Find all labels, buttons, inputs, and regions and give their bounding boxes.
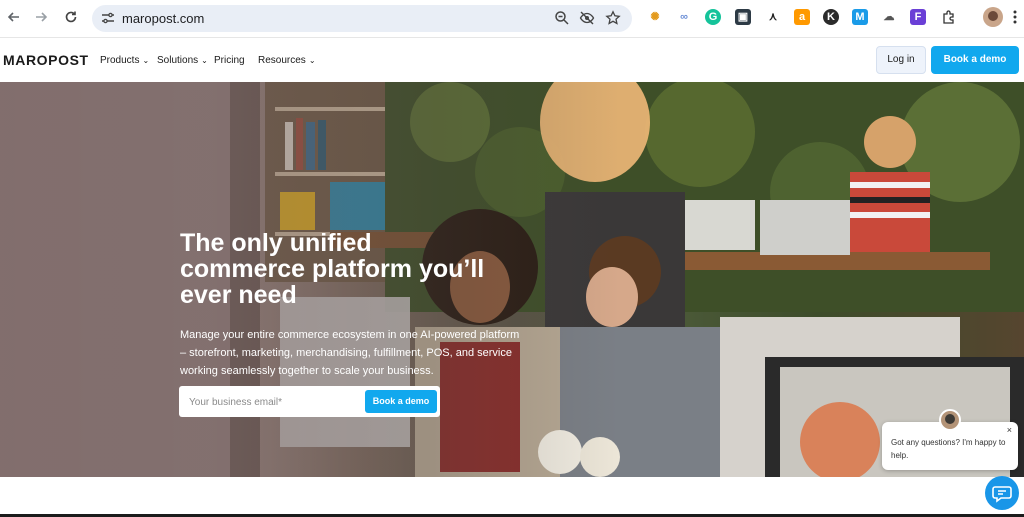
extension-form-icon[interactable]: F (910, 9, 926, 25)
nav-resources-label: Resources (258, 55, 306, 66)
hero-title-line: commerce platform you’ll (180, 255, 485, 283)
nav-solutions-label: Solutions (157, 55, 199, 66)
login-button[interactable]: Log in (876, 46, 926, 74)
chevron-down-icon: ⌄ (308, 56, 316, 65)
maropost-logo[interactable]: MAROPOST (3, 52, 89, 68)
nav-pricing[interactable]: Pricing (214, 55, 245, 66)
bookmark-star-icon[interactable] (604, 10, 622, 28)
site-settings-icon[interactable] (100, 10, 116, 26)
nav-products[interactable]: Products ⌄ (100, 55, 149, 66)
business-email-input[interactable] (189, 393, 359, 411)
nav-solutions[interactable]: Solutions ⌄ (157, 55, 208, 66)
chat-agent-avatar (939, 409, 961, 431)
nav-products-label: Products (100, 55, 140, 66)
next-section (0, 477, 1024, 517)
extension-grammarly-icon[interactable]: G (705, 9, 721, 25)
forward-icon[interactable] (31, 9, 51, 27)
nav-pricing-label: Pricing (214, 55, 245, 66)
chat-bubble-icon (992, 486, 1012, 503)
chat-greeting-text: Got any questions? I'm happy to help. (891, 438, 1006, 460)
extension-link-icon[interactable]: ∞ (676, 9, 692, 25)
zoom-icon[interactable] (553, 10, 571, 28)
book-demo-header-button[interactable]: Book a demo (931, 46, 1019, 74)
profile-avatar[interactable] (983, 7, 1003, 27)
chevron-down-icon: ⌄ (201, 56, 208, 65)
chevron-down-icon: ⌄ (142, 56, 150, 65)
extension-k-icon[interactable]: K (823, 9, 839, 25)
address-bar[interactable]: maropost.com (92, 5, 632, 32)
extension-sun-icon[interactable]: ✺ (647, 9, 663, 25)
hero-title: The only unified commerce platform you’l… (180, 230, 560, 308)
email-signup-form: Book a demo (179, 386, 440, 417)
extension-cloud-icon[interactable]: ☁ (881, 9, 897, 25)
reload-icon[interactable] (61, 9, 81, 27)
back-icon[interactable] (4, 9, 24, 27)
site-header: MAROPOST Products ⌄ Solutions ⌄ Pricing Re… (0, 37, 1024, 82)
close-icon[interactable]: × (1007, 425, 1012, 435)
extension-figure-icon[interactable]: ⋏ (765, 9, 781, 25)
hero-section: The only unified commerce platform you’l… (0, 82, 1024, 477)
browser-menu-icon[interactable] (1012, 9, 1018, 25)
hero-subtitle: Manage your entire commerce ecosystem in… (180, 329, 520, 377)
extension-puzzle-icon[interactable] (941, 9, 957, 25)
extension-m-icon[interactable]: M (852, 9, 868, 25)
extension-amazon-icon[interactable]: a (794, 9, 810, 25)
hero-title-line: The only unified (180, 229, 372, 257)
hero-title-line: ever need (180, 281, 297, 309)
nav-resources[interactable]: Resources ⌄ (258, 55, 316, 66)
chat-launcher-button[interactable] (985, 476, 1019, 510)
eye-slash-icon[interactable] (578, 10, 596, 28)
extension-clapper-icon[interactable]: ▣ (735, 9, 751, 25)
url-text[interactable]: maropost.com (122, 11, 204, 26)
browser-toolbar: maropost.com ✺ ∞ G ▣ ⋏ a K M ☁ F (0, 0, 1024, 37)
book-demo-hero-button[interactable]: Book a demo (365, 390, 437, 413)
